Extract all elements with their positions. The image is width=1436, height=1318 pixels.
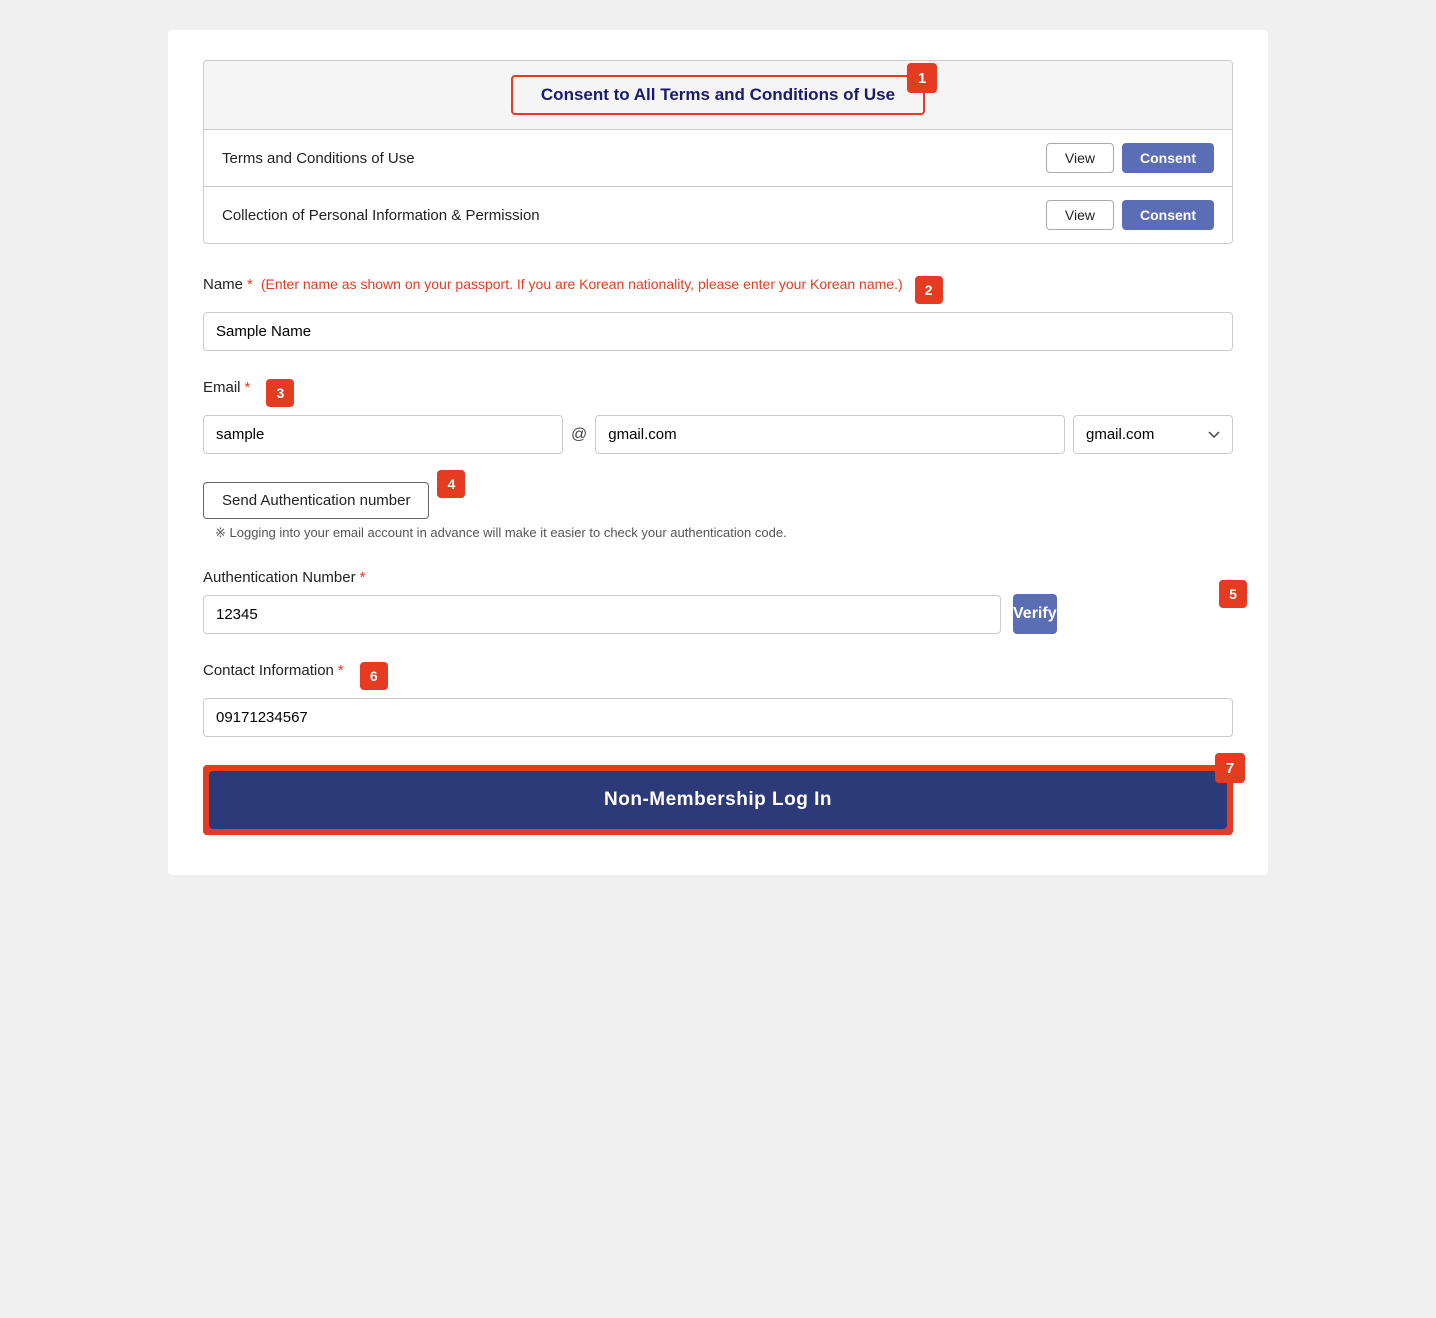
email-label-text: Email <box>203 379 241 396</box>
auth-number-label-text: Authentication Number <box>203 569 356 586</box>
consent-all-wrapper: Consent to All Terms and Conditions of U… <box>511 75 925 115</box>
email-local-input[interactable] <box>203 415 563 454</box>
terms-row-2: Collection of Personal Information & Per… <box>204 186 1232 243</box>
badge-2: 2 <box>915 276 943 304</box>
send-auth-hint-text: ※ Logging into your email account in adv… <box>215 525 787 540</box>
email-required: * <box>245 379 251 396</box>
terms-row-2-consent-button[interactable]: Consent <box>1122 200 1214 230</box>
terms-row-1-view-button[interactable]: View <box>1046 143 1114 173</box>
consent-all-label: Consent to All Terms and Conditions of U… <box>541 85 895 104</box>
verify-wrapper: Verify 5 <box>1013 594 1233 634</box>
auth-number-required: * <box>360 569 366 586</box>
name-required: * <box>247 276 253 293</box>
terms-row-2-label: Collection of Personal Information & Per… <box>222 207 540 224</box>
badge-6: 6 <box>360 662 388 690</box>
name-input[interactable] <box>203 312 1233 351</box>
auth-button-row: Send Authentication number 4 <box>203 482 1233 519</box>
at-sign: @ <box>571 426 587 444</box>
badge-1: 1 <box>907 63 937 93</box>
terms-row-1-actions: View Consent <box>1046 143 1214 173</box>
non-member-login-button[interactable]: Non-Membership Log In <box>209 771 1227 829</box>
terms-row-1-consent-button[interactable]: Consent <box>1122 143 1214 173</box>
main-container: Consent to All Terms and Conditions of U… <box>168 30 1268 875</box>
auth-number-label: Authentication Number * <box>203 569 1233 586</box>
auth-number-row: Verify 5 <box>203 594 1233 634</box>
badge-3: 3 <box>266 379 294 407</box>
name-hint: (Enter name as shown on your passport. I… <box>261 276 903 292</box>
contact-label-text: Contact Information <box>203 662 334 679</box>
send-auth-wrapper: Send Authentication number 4 <box>203 482 429 519</box>
terms-box: Consent to All Terms and Conditions of U… <box>203 60 1233 244</box>
name-label: Name * (Enter name as shown on your pass… <box>203 276 1233 304</box>
badge-5: 5 <box>1219 580 1247 608</box>
send-auth-hint: ※ Logging into your email account in adv… <box>215 525 1233 541</box>
badge-4: 4 <box>437 470 465 498</box>
terms-row-1-label: Terms and Conditions of Use <box>222 150 415 167</box>
name-section: Name * (Enter name as shown on your pass… <box>203 276 1233 351</box>
terms-row-2-actions: View Consent <box>1046 200 1214 230</box>
email-domain-input[interactable] <box>595 415 1065 454</box>
terms-header: Consent to All Terms and Conditions of U… <box>204 61 1232 129</box>
verify-button[interactable]: Verify <box>1013 594 1057 634</box>
send-auth-button[interactable]: Send Authentication number <box>203 482 429 519</box>
contact-section: Contact Information * 6 <box>203 662 1233 737</box>
terms-row-1: Terms and Conditions of Use View Consent <box>204 129 1232 186</box>
email-label: Email * 3 <box>203 379 1233 407</box>
email-row: @ gmail.com yahoo.com hotmail.com outloo… <box>203 415 1233 454</box>
email-domain-select[interactable]: gmail.com yahoo.com hotmail.com outlook.… <box>1073 415 1233 454</box>
send-auth-section: Send Authentication number 4 ※ Logging i… <box>203 482 1233 541</box>
terms-row-2-view-button[interactable]: View <box>1046 200 1114 230</box>
email-section: Email * 3 @ gmail.com yahoo.com hotmail.… <box>203 379 1233 454</box>
name-label-text: Name <box>203 276 243 293</box>
contact-required: * <box>338 662 344 679</box>
contact-input[interactable] <box>203 698 1233 737</box>
contact-label: Contact Information * 6 <box>203 662 1233 690</box>
badge-7: 7 <box>1215 753 1245 783</box>
auth-number-input[interactable] <box>203 595 1001 634</box>
submit-wrapper: Non-Membership Log In 7 <box>203 765 1233 835</box>
auth-number-section: Authentication Number * Verify 5 <box>203 569 1233 634</box>
